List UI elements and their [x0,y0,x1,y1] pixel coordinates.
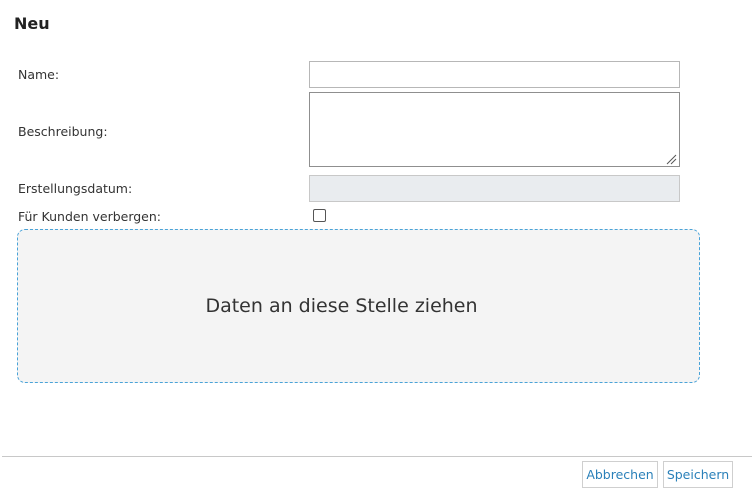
dropzone-text: Daten an diese Stelle ziehen [205,295,478,317]
dialog-title: Neu [14,14,50,33]
save-button[interactable]: Speichern [663,461,733,488]
file-dropzone[interactable]: Daten an diese Stelle ziehen [17,229,700,383]
creation-date-field [309,175,680,202]
resize-grip-icon[interactable] [665,153,677,165]
hide-from-customers-checkbox[interactable] [313,209,326,222]
hide-from-customers-label: Für Kunden verbergen: [18,209,162,224]
description-label: Beschreibung: [18,124,108,139]
footer-divider [2,456,752,457]
cancel-button[interactable]: Abbrechen [582,461,658,488]
name-input[interactable] [309,61,680,88]
name-label: Name: [18,67,60,82]
description-textarea[interactable] [309,92,680,167]
creation-date-label: Erstellungsdatum: [18,181,133,196]
